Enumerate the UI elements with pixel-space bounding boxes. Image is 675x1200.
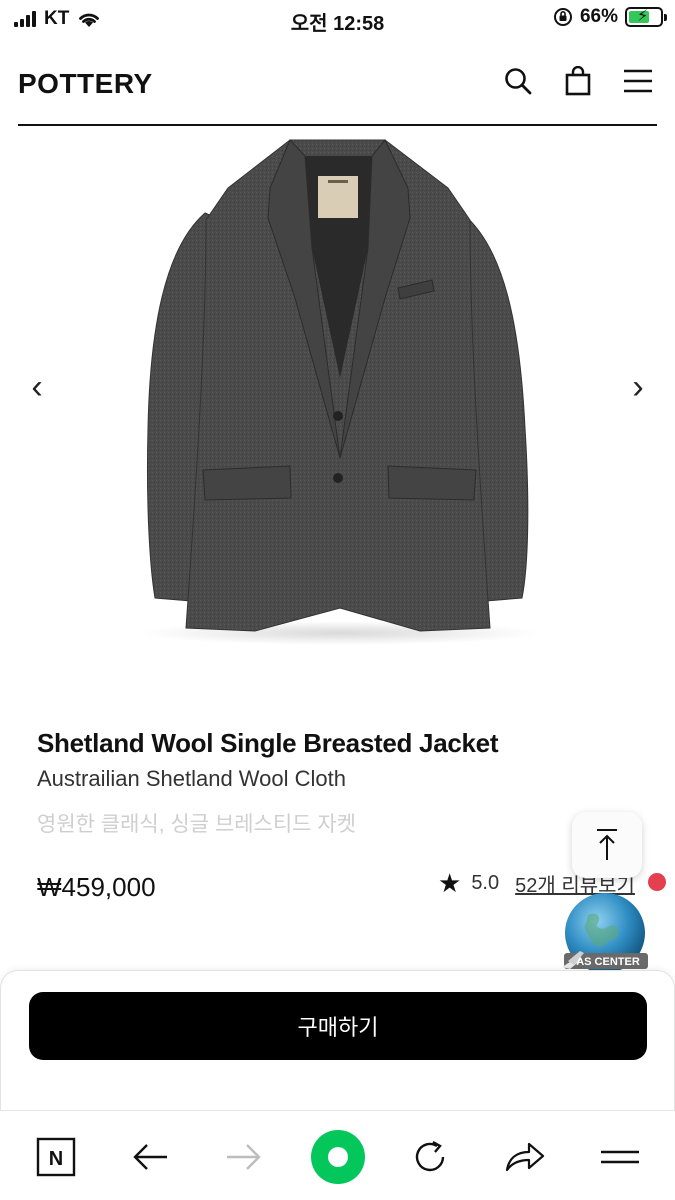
notification-dot: [648, 873, 666, 891]
menu-lines-icon[interactable]: [598, 1135, 642, 1179]
site-logo[interactable]: POTTERY: [18, 68, 153, 100]
purchase-panel: 구매하기: [0, 970, 675, 1110]
carrier-name: KT: [44, 8, 70, 29]
product-subtitle: Austrailian Shetland Wool Cloth: [37, 766, 346, 791]
menu-icon[interactable]: [621, 64, 655, 98]
battery-percent: 66%: [579, 6, 618, 27]
back-arrow-icon[interactable]: [128, 1135, 172, 1179]
battery-icon: ⚡: [625, 7, 667, 27]
carousel-next-button[interactable]: ›: [623, 368, 653, 407]
forward-arrow-icon[interactable]: [222, 1135, 266, 1179]
product-description: 영원한 클래식, 싱글 브레스티드 자켓: [37, 813, 356, 836]
refresh-icon[interactable]: [408, 1135, 452, 1179]
badge-text: AS CENTER: [576, 956, 640, 968]
star-icon: ★: [438, 868, 462, 898]
product-title: Shetland Wool Single Breasted Jacket: [37, 728, 499, 758]
rating-score: 5.0: [471, 872, 500, 894]
scroll-to-top-button[interactable]: [572, 812, 642, 878]
home-label: N: [49, 1148, 63, 1170]
search-icon[interactable]: [501, 64, 535, 98]
cellular-signal-icon: [14, 11, 36, 27]
bag-icon[interactable]: [561, 64, 595, 98]
share-icon[interactable]: [502, 1135, 546, 1179]
product-image[interactable]: ‹ ›: [0, 128, 675, 688]
naver-home-icon[interactable]: N: [34, 1135, 78, 1179]
wifi-icon: [79, 13, 100, 27]
status-bar: KT 오전 12:58 66% ⚡: [0, 0, 675, 40]
carousel-prev-button[interactable]: ‹: [22, 368, 52, 407]
orientation-lock-icon: [553, 8, 572, 26]
buy-button[interactable]: 구매하기: [29, 992, 647, 1060]
green-dot-icon[interactable]: [310, 1129, 366, 1185]
product-price: ₩459,000: [37, 872, 156, 902]
charging-bolt-icon: ⚡: [637, 8, 649, 25]
jacket-illustration: [140, 139, 540, 645]
browser-toolbar: N: [0, 1110, 675, 1200]
arrow-up-icon: [597, 829, 617, 860]
site-header: POTTERY: [18, 52, 657, 126]
